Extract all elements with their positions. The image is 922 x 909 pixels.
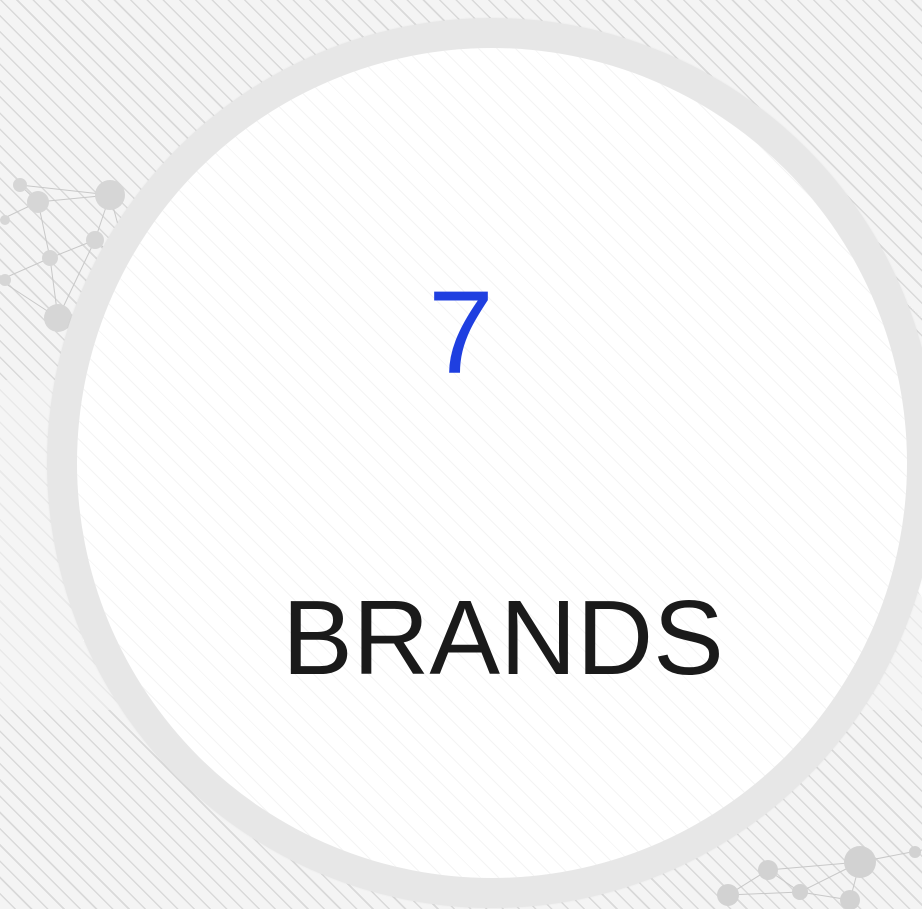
- stat-disc: [77, 48, 907, 878]
- stat-label: BRANDS: [282, 579, 724, 697]
- background: P O R: [0, 0, 922, 909]
- stat-value: 7: [428, 267, 494, 399]
